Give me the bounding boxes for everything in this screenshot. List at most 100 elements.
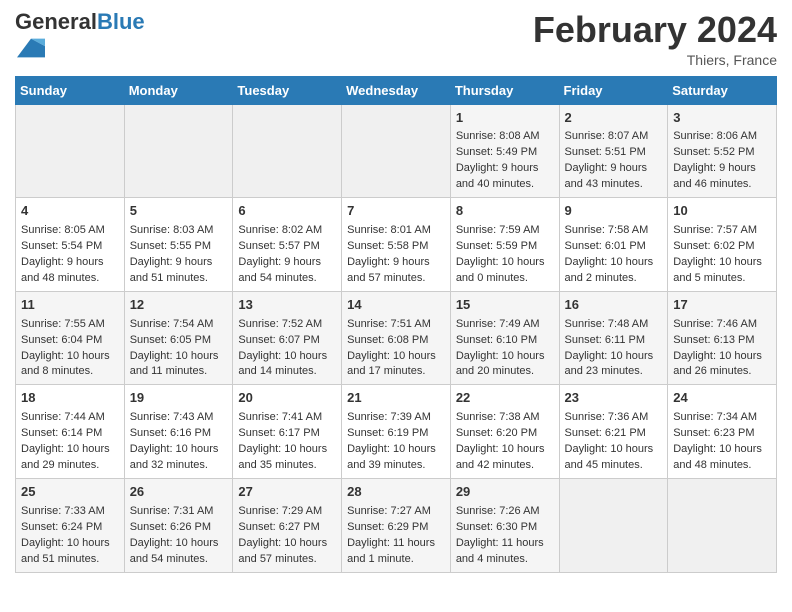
header-day-tuesday: Tuesday [233,76,342,104]
day-number: 17 [673,296,771,315]
calendar-cell: 4Sunrise: 8:05 AMSunset: 5:54 PMDaylight… [16,198,125,292]
day-info: Sunrise: 8:08 AMSunset: 5:49 PMDaylight:… [456,129,554,193]
calendar-cell: 27Sunrise: 7:29 AMSunset: 6:27 PMDayligh… [233,478,342,572]
calendar-cell: 26 Sunrise: 7:31 AMSunset: 6:26 PMDayligh… [124,478,233,572]
page-header: GeneralBlue February 2024 Thiers, France [15,10,777,68]
calendar-cell: 29 Sunrise: 7:26 AMSunset: 6:30 PMDayligh… [450,478,559,572]
calendar-cell: 8 Sunrise: 7:59 AMSunset: 5:59 PMDaylight… [450,198,559,292]
day-number: 1 [456,109,554,128]
day-number: 10 [673,202,771,221]
week-row-2: 11 Sunrise: 7:55 AMSunset: 6:04 PMDayligh… [16,291,777,385]
calendar-cell: 3Sunrise: 8:06 AMSunset: 5:52 PMDaylight… [668,104,777,198]
calendar-cell: 5Sunrise: 8:03 AMSunset: 5:55 PMDaylight… [124,198,233,292]
day-number: 21 [347,389,445,408]
calendar-cell: 22 Sunrise: 7:38 AMSunset: 6:20 PMDayligh… [450,385,559,479]
day-number: 6 [238,202,336,221]
header-row: SundayMondayTuesdayWednesdayThursdayFrid… [16,76,777,104]
calendar-cell: 14 Sunrise: 7:51 AMSunset: 6:08 PMDayligh… [342,291,451,385]
day-number: 3 [673,109,771,128]
logo-general-text: General [15,9,97,34]
day-info: Sunrise: 7:54 AMSunset: 6:05 PMDaylight:… [130,317,228,381]
day-number: 27 [238,483,336,502]
day-info: Sunrise: 7:46 AMSunset: 6:13 PMDaylight:… [673,317,771,381]
day-info: Sunrise: 7:39 AMSunset: 6:19 PMDaylight:… [347,410,445,474]
day-number: 11 [21,296,119,315]
location: Thiers, France [533,52,777,68]
calendar-header: SundayMondayTuesdayWednesdayThursdayFrid… [16,76,777,104]
day-number: 13 [238,296,336,315]
day-info: Sunrise: 7:59 AMSunset: 5:59 PMDaylight:… [456,223,554,287]
calendar-cell: 19 Sunrise: 7:43 AMSunset: 6:16 PMDayligh… [124,385,233,479]
logo-blue-text: Blue [97,9,145,34]
day-info: Sunrise: 7:57 AMSunset: 6:02 PMDaylight:… [673,223,771,287]
calendar-cell: 1Sunrise: 8:08 AMSunset: 5:49 PMDaylight… [450,104,559,198]
day-info: Sunrise: 7:27 AMSunset: 6:29 PMDaylight:… [347,504,445,568]
day-info: Sunrise: 7:26 AMSunset: 6:30 PMDaylight:… [456,504,554,568]
month-title: February 2024 [533,10,777,50]
day-info: Sunrise: 7:31 AMSunset: 6:26 PMDaylight:… [130,504,228,568]
logo: GeneralBlue [15,10,145,67]
day-number: 9 [565,202,663,221]
day-number: 4 [21,202,119,221]
day-number: 15 [456,296,554,315]
day-info: Sunrise: 7:41 AMSunset: 6:17 PMDaylight:… [238,410,336,474]
day-number: 2 [565,109,663,128]
calendar-cell: 12 Sunrise: 7:54 AMSunset: 6:05 PMDayligh… [124,291,233,385]
day-number: 19 [130,389,228,408]
day-info: Sunrise: 7:44 AMSunset: 6:14 PMDaylight:… [21,410,119,474]
day-number: 14 [347,296,445,315]
title-block: February 2024 Thiers, France [533,10,777,68]
day-number: 12 [130,296,228,315]
day-number: 18 [21,389,119,408]
day-info: Sunrise: 7:38 AMSunset: 6:20 PMDaylight:… [456,410,554,474]
logo-icon [17,34,45,62]
day-info: Sunrise: 7:58 AMSunset: 6:01 PMDaylight:… [565,223,663,287]
calendar-cell: 11 Sunrise: 7:55 AMSunset: 6:04 PMDayligh… [16,291,125,385]
week-row-0: 1Sunrise: 8:08 AMSunset: 5:49 PMDaylight… [16,104,777,198]
day-info: Sunrise: 8:02 AMSunset: 5:57 PMDaylight:… [238,223,336,287]
day-info: Sunrise: 7:52 AMSunset: 6:07 PMDaylight:… [238,317,336,381]
calendar-cell: 2Sunrise: 8:07 AMSunset: 5:51 PMDaylight… [559,104,668,198]
calendar-cell: 6 Sunrise: 8:02 AMSunset: 5:57 PMDaylight… [233,198,342,292]
day-info: Sunrise: 8:06 AMSunset: 5:52 PMDaylight:… [673,129,771,193]
calendar-cell: 15 Sunrise: 7:49 AMSunset: 6:10 PMDayligh… [450,291,559,385]
calendar-cell: 21 Sunrise: 7:39 AMSunset: 6:19 PMDayligh… [342,385,451,479]
day-info: Sunrise: 7:51 AMSunset: 6:08 PMDaylight:… [347,317,445,381]
day-number: 22 [456,389,554,408]
header-day-friday: Friday [559,76,668,104]
calendar-table: SundayMondayTuesdayWednesdayThursdayFrid… [15,76,777,573]
header-day-monday: Monday [124,76,233,104]
day-number: 29 [456,483,554,502]
day-info: Sunrise: 7:34 AMSunset: 6:23 PMDaylight:… [673,410,771,474]
day-info: Sunrise: 7:43 AMSunset: 6:16 PMDaylight:… [130,410,228,474]
day-info: Sunrise: 7:49 AMSunset: 6:10 PMDaylight:… [456,317,554,381]
calendar-cell: 23Sunrise: 7:36 AMSunset: 6:21 PMDayligh… [559,385,668,479]
calendar-cell: 20 Sunrise: 7:41 AMSunset: 6:17 PMDayligh… [233,385,342,479]
day-number: 24 [673,389,771,408]
week-row-3: 18 Sunrise: 7:44 AMSunset: 6:14 PMDayligh… [16,385,777,479]
calendar-cell: 24 Sunrise: 7:34 AMSunset: 6:23 PMDayligh… [668,385,777,479]
day-number: 28 [347,483,445,502]
day-info: Sunrise: 7:33 AMSunset: 6:24 PMDaylight:… [21,504,119,568]
day-number: 20 [238,389,336,408]
calendar-cell: 25Sunrise: 7:33 AMSunset: 6:24 PMDayligh… [16,478,125,572]
day-info: Sunrise: 7:48 AMSunset: 6:11 PMDaylight:… [565,317,663,381]
header-day-sunday: Sunday [16,76,125,104]
calendar-cell: 16 Sunrise: 7:48 AMSunset: 6:11 PMDayligh… [559,291,668,385]
calendar-cell: 28 Sunrise: 7:27 AMSunset: 6:29 PMDayligh… [342,478,451,572]
day-number: 26 [130,483,228,502]
day-info: Sunrise: 7:55 AMSunset: 6:04 PMDaylight:… [21,317,119,381]
calendar-cell [233,104,342,198]
calendar-body: 1Sunrise: 8:08 AMSunset: 5:49 PMDaylight… [16,104,777,572]
calendar-cell [342,104,451,198]
calendar-cell: 7 Sunrise: 8:01 AMSunset: 5:58 PMDaylight… [342,198,451,292]
calendar-cell [16,104,125,198]
day-number: 8 [456,202,554,221]
day-number: 16 [565,296,663,315]
calendar-cell: 13 Sunrise: 7:52 AMSunset: 6:07 PMDayligh… [233,291,342,385]
day-number: 7 [347,202,445,221]
day-info: Sunrise: 8:01 AMSunset: 5:58 PMDaylight:… [347,223,445,287]
week-row-4: 25Sunrise: 7:33 AMSunset: 6:24 PMDayligh… [16,478,777,572]
header-day-thursday: Thursday [450,76,559,104]
calendar-cell: 18 Sunrise: 7:44 AMSunset: 6:14 PMDayligh… [16,385,125,479]
